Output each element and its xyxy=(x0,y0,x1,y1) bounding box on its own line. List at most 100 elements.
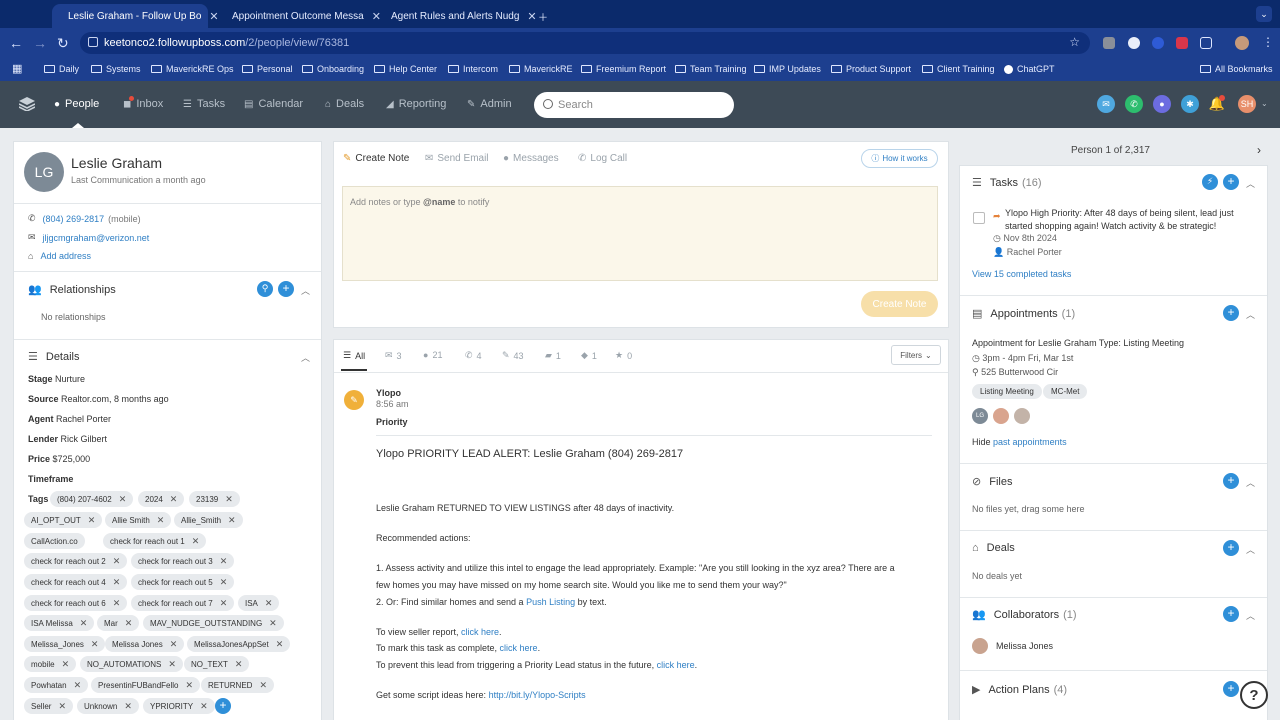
tag[interactable]: RETURNED ✕ xyxy=(201,677,274,693)
collapse-chevron-icon[interactable]: ︿ xyxy=(1246,177,1255,190)
tag[interactable]: PresentinFUBandFello ✕ xyxy=(91,677,201,693)
tag[interactable]: ISA Melissa ✕ xyxy=(24,615,95,631)
tag[interactable]: check for reach out 1 ✕ xyxy=(103,533,207,549)
forward-arrow-icon[interactable]: → xyxy=(33,35,47,51)
collapse-chevron-icon[interactable]: ︿ xyxy=(301,284,310,297)
tag[interactable]: Mar ✕ xyxy=(97,615,140,631)
bookmark-folder[interactable]: Help Center xyxy=(374,64,437,74)
collapse-chevron-icon[interactable]: ︿ xyxy=(1246,308,1255,321)
script-ideas-link[interactable]: http://bit.ly/Ylopo-Scripts xyxy=(489,690,586,700)
task-title[interactable]: Ylopo High Priority: After 48 days of be… xyxy=(1005,207,1234,233)
next-person-chevron-icon[interactable]: › xyxy=(1257,143,1261,157)
new-tab-icon[interactable]: ＋ xyxy=(528,4,558,28)
feed-tab-drip[interactable]: ◆ 1 xyxy=(581,350,597,361)
click-here-link[interactable]: click here xyxy=(500,643,538,653)
add-file-button[interactable]: + xyxy=(1223,473,1239,489)
tag[interactable]: Powhatan ✕ xyxy=(24,677,89,693)
tasks-header[interactable]: ☰ Tasks (16) xyxy=(972,176,1042,190)
bookmark-folder[interactable]: Daily xyxy=(44,64,79,74)
how-it-works-button[interactable]: ⓘ How it works xyxy=(861,149,938,168)
help-question-icon[interactable]: ? xyxy=(1240,681,1268,709)
detail-lender[interactable]: Lender Rick Gilbert xyxy=(28,434,107,444)
remove-tag-icon[interactable]: ✕ xyxy=(113,598,121,609)
dialer-icon[interactable]: ✱ xyxy=(1181,95,1199,113)
remove-tag-icon[interactable]: ✕ xyxy=(157,515,165,526)
tag[interactable]: ISA ✕ xyxy=(238,595,280,611)
bookmark-folder[interactable]: IMP Updates xyxy=(754,64,821,74)
collaborator-avatar[interactable] xyxy=(972,638,988,654)
click-here-link[interactable]: click here xyxy=(461,627,499,637)
detail-agent[interactable]: Agent Rachel Porter xyxy=(28,414,111,424)
attendee-avatar[interactable]: LG xyxy=(972,408,988,424)
feed-tab-starred[interactable]: ★ 0 xyxy=(615,350,632,361)
remove-tag-icon[interactable]: ✕ xyxy=(265,598,273,609)
detail-source[interactable]: Source Realtor.com, 8 months ago xyxy=(28,394,169,404)
nav-tasks[interactable]: ☰ Tasks xyxy=(183,98,225,110)
deals-header[interactable]: ⌂ Deals xyxy=(972,542,1015,554)
add-action-plan-button[interactable]: + xyxy=(1223,681,1239,697)
add-relationship-button[interactable]: + xyxy=(278,281,294,297)
all-bookmarks[interactable]: All Bookmarks xyxy=(1200,64,1273,74)
detail-timeframe[interactable]: Timeframe xyxy=(28,474,73,484)
phone-row[interactable]: ✆ (804) 269-2817 (mobile) xyxy=(28,213,141,224)
apps-grid-icon[interactable]: ▦ xyxy=(12,62,22,75)
bookmark-star-icon[interactable]: ☆ xyxy=(1069,35,1080,49)
remove-tag-icon[interactable]: ✕ xyxy=(170,639,178,650)
browser-tab[interactable]: Appointment Outcome Messa ✕ xyxy=(222,4,381,28)
bookmark-folder[interactable]: Product Support xyxy=(831,64,911,74)
detail-price[interactable]: Price $725,000 xyxy=(28,454,90,464)
appointments-header[interactable]: ▤ Appointments (1) xyxy=(972,307,1075,321)
tag[interactable]: NO_TEXT ✕ xyxy=(184,656,250,672)
bookmark-folder[interactable]: MaverickRE xyxy=(509,64,573,74)
email-link[interactable]: jljgcmgraham@verizon.net xyxy=(43,233,150,243)
remove-tag-icon[interactable]: ✕ xyxy=(259,680,267,691)
nav-people[interactable]: ● People xyxy=(54,98,99,110)
extension-icon[interactable] xyxy=(1103,37,1115,49)
remove-tag-icon[interactable]: ✕ xyxy=(62,659,70,670)
bookmark-folder[interactable]: Freemium Report xyxy=(581,64,666,74)
profile-avatar[interactable] xyxy=(1235,36,1249,50)
attendee-avatar[interactable] xyxy=(993,408,1009,424)
add-collaborator-button[interactable]: + xyxy=(1223,606,1239,622)
note-textarea[interactable]: Add notes or type @name to notify xyxy=(342,186,938,281)
tag[interactable]: check for reach out 6 ✕ xyxy=(24,595,128,611)
nav-deals[interactable]: ⌂ Deals xyxy=(325,98,364,110)
remove-tag-icon[interactable]: ✕ xyxy=(74,680,82,691)
push-listing-link[interactable]: Push Listing xyxy=(526,597,575,607)
remove-tag-icon[interactable]: ✕ xyxy=(58,701,66,712)
add-tag-button[interactable]: + xyxy=(215,698,231,714)
bookmark-chatgpt[interactable]: ChatGPT xyxy=(1004,64,1055,74)
collaborator-name[interactable]: Melissa Jones xyxy=(996,641,1053,651)
add-appointment-button[interactable]: + xyxy=(1223,305,1239,321)
user-menu-chevron-icon[interactable]: ⌄ xyxy=(1261,99,1268,108)
tag[interactable]: YPRIORITY ✕ xyxy=(143,698,215,714)
address-row[interactable]: ⌂ Add address xyxy=(28,251,91,261)
add-address-link[interactable]: Add address xyxy=(40,251,91,261)
collaborators-header[interactable]: 👥 Collaborators (1) xyxy=(972,608,1077,622)
tag[interactable]: NO_AUTOMATIONS ✕ xyxy=(80,656,183,672)
tab-messages[interactable]: ● Messages xyxy=(503,153,559,164)
tab-create-note[interactable]: ✎ Create Note xyxy=(343,153,409,164)
filters-dropdown[interactable]: Filters ⌄ xyxy=(891,345,941,365)
person-name[interactable]: Leslie Graham xyxy=(71,155,162,171)
remove-tag-icon[interactable]: ✕ xyxy=(113,577,121,588)
remove-tag-icon[interactable]: ✕ xyxy=(228,515,236,526)
tag[interactable]: check for reach out 5 ✕ xyxy=(131,574,235,590)
tag[interactable]: check for reach out 2 ✕ xyxy=(24,553,128,569)
chat-icon[interactable]: ● xyxy=(1153,95,1171,113)
action-plans-header[interactable]: ▶ Action Plans (4) xyxy=(972,683,1067,697)
remove-tag-icon[interactable]: ✕ xyxy=(276,639,284,650)
extension-icon[interactable] xyxy=(1176,37,1188,49)
tag[interactable]: 2024 ✕ xyxy=(138,491,185,507)
tab-send-email[interactable]: ✉ Send Email xyxy=(425,153,489,164)
remove-tag-icon[interactable]: ✕ xyxy=(235,659,243,670)
tag[interactable]: CallAction.co xyxy=(24,533,85,549)
nav-admin[interactable]: ✎ Admin xyxy=(467,98,512,110)
tag[interactable]: mobile ✕ xyxy=(24,656,77,672)
collapse-chevron-icon[interactable]: ︿ xyxy=(301,351,310,364)
email-icon[interactable]: ✉ xyxy=(1097,95,1115,113)
details-header[interactable]: ☰ Details xyxy=(28,350,80,364)
tag[interactable]: MAV_NUDGE_OUTSTANDING ✕ xyxy=(143,615,284,631)
bookmark-folder[interactable]: Intercom xyxy=(448,64,498,74)
tag[interactable]: Allie Smith ✕ xyxy=(105,512,172,528)
